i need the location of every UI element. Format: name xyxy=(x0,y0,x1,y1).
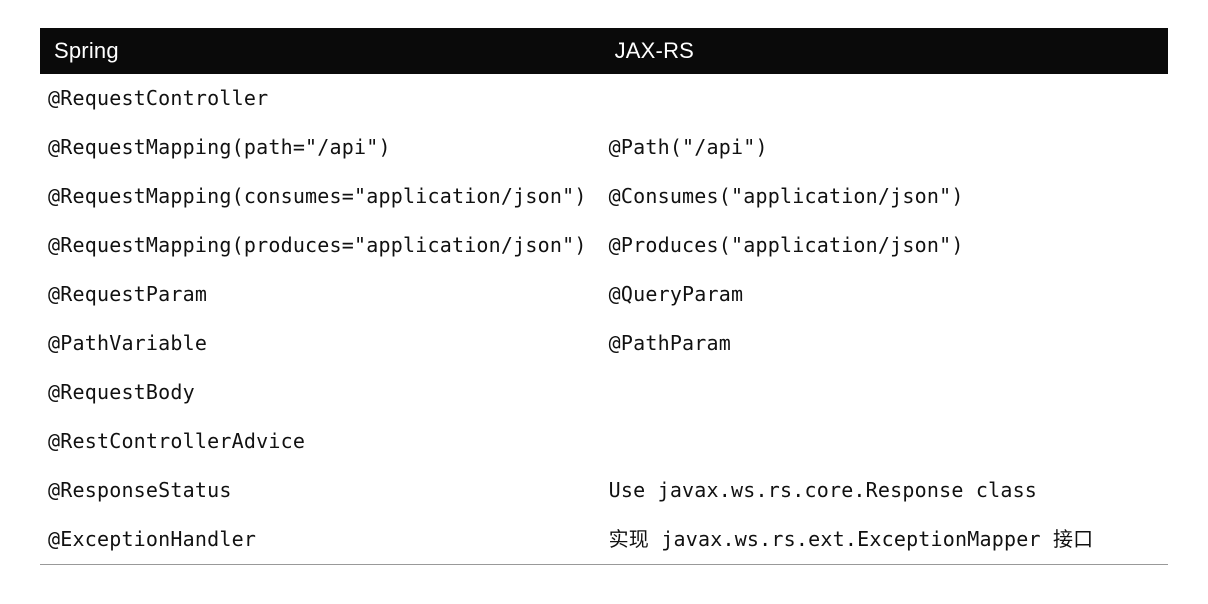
cell-spring: @RequestController xyxy=(40,74,601,123)
cell-jaxrs xyxy=(601,368,1168,417)
cell-jaxrs: @Produces("application/json") xyxy=(601,221,1168,270)
cell-spring: @RestControllerAdvice xyxy=(40,417,601,466)
table-row: @ResponseStatus Use javax.ws.rs.core.Res… xyxy=(40,466,1168,515)
table-row: @RequestBody xyxy=(40,368,1168,417)
cell-spring: @RequestMapping(path="/api") xyxy=(40,123,601,172)
table-row: @RequestMapping(path="/api") @Path("/api… xyxy=(40,123,1168,172)
header-spring: Spring xyxy=(40,28,601,74)
cell-jaxrs: 实现 javax.ws.rs.ext.ExceptionMapper 接口 xyxy=(601,515,1168,565)
cell-jaxrs: @PathParam xyxy=(601,319,1168,368)
cell-spring: @RequestMapping(produces="application/js… xyxy=(40,221,601,270)
cell-spring: @PathVariable xyxy=(40,319,601,368)
table-row: @RequestMapping(consumes="application/js… xyxy=(40,172,1168,221)
cell-spring: @RequestMapping(consumes="application/js… xyxy=(40,172,601,221)
cell-spring: @ExceptionHandler xyxy=(40,515,601,565)
header-jaxrs: JAX-RS xyxy=(601,28,1168,74)
table-header-row: Spring JAX-RS xyxy=(40,28,1168,74)
table-row: @RequestParam @QueryParam xyxy=(40,270,1168,319)
cell-spring: @ResponseStatus xyxy=(40,466,601,515)
table-row: @RequestMapping(produces="application/js… xyxy=(40,221,1168,270)
cell-jaxrs xyxy=(601,417,1168,466)
cell-jaxrs: @QueryParam xyxy=(601,270,1168,319)
cell-spring: @RequestParam xyxy=(40,270,601,319)
table-row: @PathVariable @PathParam xyxy=(40,319,1168,368)
table-row: @ExceptionHandler 实现 javax.ws.rs.ext.Exc… xyxy=(40,515,1168,565)
cell-jaxrs xyxy=(601,74,1168,123)
table-row: @RequestController xyxy=(40,74,1168,123)
cell-jaxrs: @Path("/api") xyxy=(601,123,1168,172)
cell-spring: @RequestBody xyxy=(40,368,601,417)
cell-jaxrs: Use javax.ws.rs.core.Response class xyxy=(601,466,1168,515)
table-row: @RestControllerAdvice xyxy=(40,417,1168,466)
comparison-table: Spring JAX-RS @RequestController @Reques… xyxy=(40,28,1168,565)
cell-jaxrs: @Consumes("application/json") xyxy=(601,172,1168,221)
